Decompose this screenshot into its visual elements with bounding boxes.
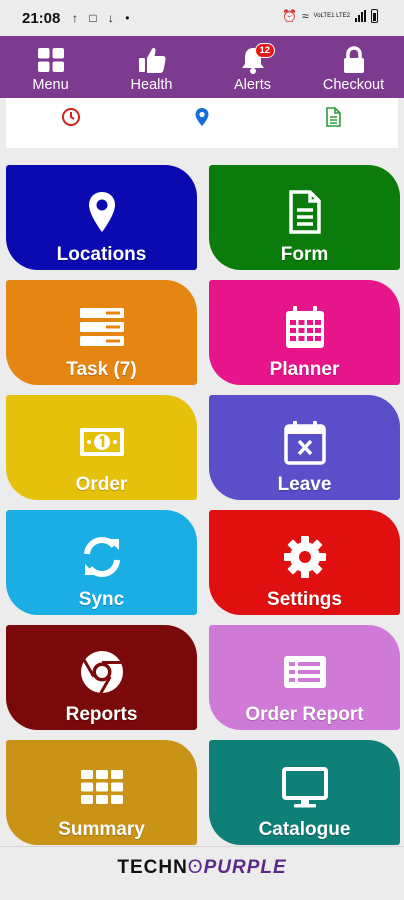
location-icon[interactable] — [191, 106, 213, 128]
tile-catalogue-label: Catalogue — [258, 819, 351, 840]
tile-settings[interactable]: Settings — [209, 510, 400, 615]
footer: TECHNʘPURPLE — [0, 846, 404, 900]
tile-reports[interactable]: Reports — [6, 625, 197, 730]
wifi-icon: ≈ — [301, 9, 309, 23]
brand-logo-icon: ʘ — [187, 857, 204, 878]
alerts-badge: 12 — [254, 43, 276, 58]
grid-icon — [80, 770, 123, 804]
nav-menu-button[interactable]: Menu — [0, 36, 101, 98]
tile-task[interactable]: Task (7) — [6, 280, 197, 385]
grid-icon — [37, 48, 64, 72]
network-label: VoLTE1 LTE2 — [313, 12, 350, 19]
nav-checkout-label: Checkout — [322, 77, 385, 93]
thumbs-up-icon — [138, 47, 166, 73]
tile-reports-label: Reports — [65, 704, 138, 725]
top-nav: Menu Health 12 Alerts Checkout — [0, 36, 404, 98]
money-icon — [79, 428, 124, 456]
chrome-icon — [80, 651, 123, 695]
tile-summary-label: Summary — [58, 819, 145, 840]
nav-menu-label: Menu — [32, 77, 69, 93]
brand-logo: TECHNʘPURPLE — [0, 857, 404, 879]
calendar-x-icon — [283, 421, 326, 465]
brand-left-text: TECHN — [117, 857, 188, 878]
refresh-icon — [83, 537, 120, 577]
brand-right-text: PURPLE — [203, 857, 287, 878]
nav-checkout-button[interactable]: Checkout — [303, 36, 404, 98]
tile-settings-label: Settings — [267, 589, 342, 610]
monitor-icon — [281, 767, 328, 808]
tile-order-report-label: Order Report — [245, 704, 364, 725]
status-right: ⏰ ≈ VoLTE1 LTE2 — [282, 9, 378, 23]
nav-health-label: Health — [130, 77, 173, 93]
tile-locations-label: Locations — [56, 244, 147, 265]
tile-planner[interactable]: Planner — [209, 280, 400, 385]
tile-sync[interactable]: Sync — [6, 510, 197, 615]
notification-icons: ↑ □ ↓ • — [72, 11, 134, 25]
map-marker-icon — [88, 192, 115, 232]
nav-alerts-button[interactable]: 12 Alerts — [202, 36, 303, 98]
server-icon — [79, 308, 124, 346]
lock-icon — [343, 46, 364, 73]
tile-form-label: Form — [280, 244, 329, 265]
signal-icon — [355, 10, 366, 22]
tile-summary[interactable]: Summary — [6, 740, 197, 845]
tile-order-label: Order — [75, 474, 128, 495]
tile-planner-label: Planner — [269, 359, 340, 380]
calendar-icon — [285, 306, 324, 348]
tile-leave[interactable]: Leave — [209, 395, 400, 500]
tile-locations[interactable]: Locations — [6, 165, 197, 270]
tile-form[interactable]: Form — [209, 165, 400, 270]
alarm-icon: ⏰ — [281, 9, 297, 23]
status-time: 21:08 — [22, 10, 61, 27]
info-strip — [6, 98, 398, 148]
tile-order-report[interactable]: Order Report — [209, 625, 400, 730]
tile-catalogue[interactable]: Catalogue — [209, 740, 400, 845]
nav-alerts-label: Alerts — [233, 77, 272, 93]
battery-icon — [371, 9, 378, 23]
tile-leave-label: Leave — [277, 474, 332, 495]
clock-icon[interactable] — [60, 106, 82, 128]
status-bar: 21:08 ↑ □ ↓ • ⏰ ≈ VoLTE1 LTE2 — [0, 0, 404, 36]
menu-grid: Locations Form Task (7) Planner Order Le… — [6, 165, 400, 845]
tile-task-label: Task (7) — [66, 359, 137, 380]
document-icon[interactable] — [322, 106, 344, 128]
nav-health-button[interactable]: Health — [101, 36, 202, 98]
gear-icon — [283, 536, 326, 578]
document-icon — [288, 190, 321, 234]
tile-sync-label: Sync — [78, 589, 125, 610]
list-card-icon — [283, 656, 326, 688]
tile-order[interactable]: Order — [6, 395, 197, 500]
